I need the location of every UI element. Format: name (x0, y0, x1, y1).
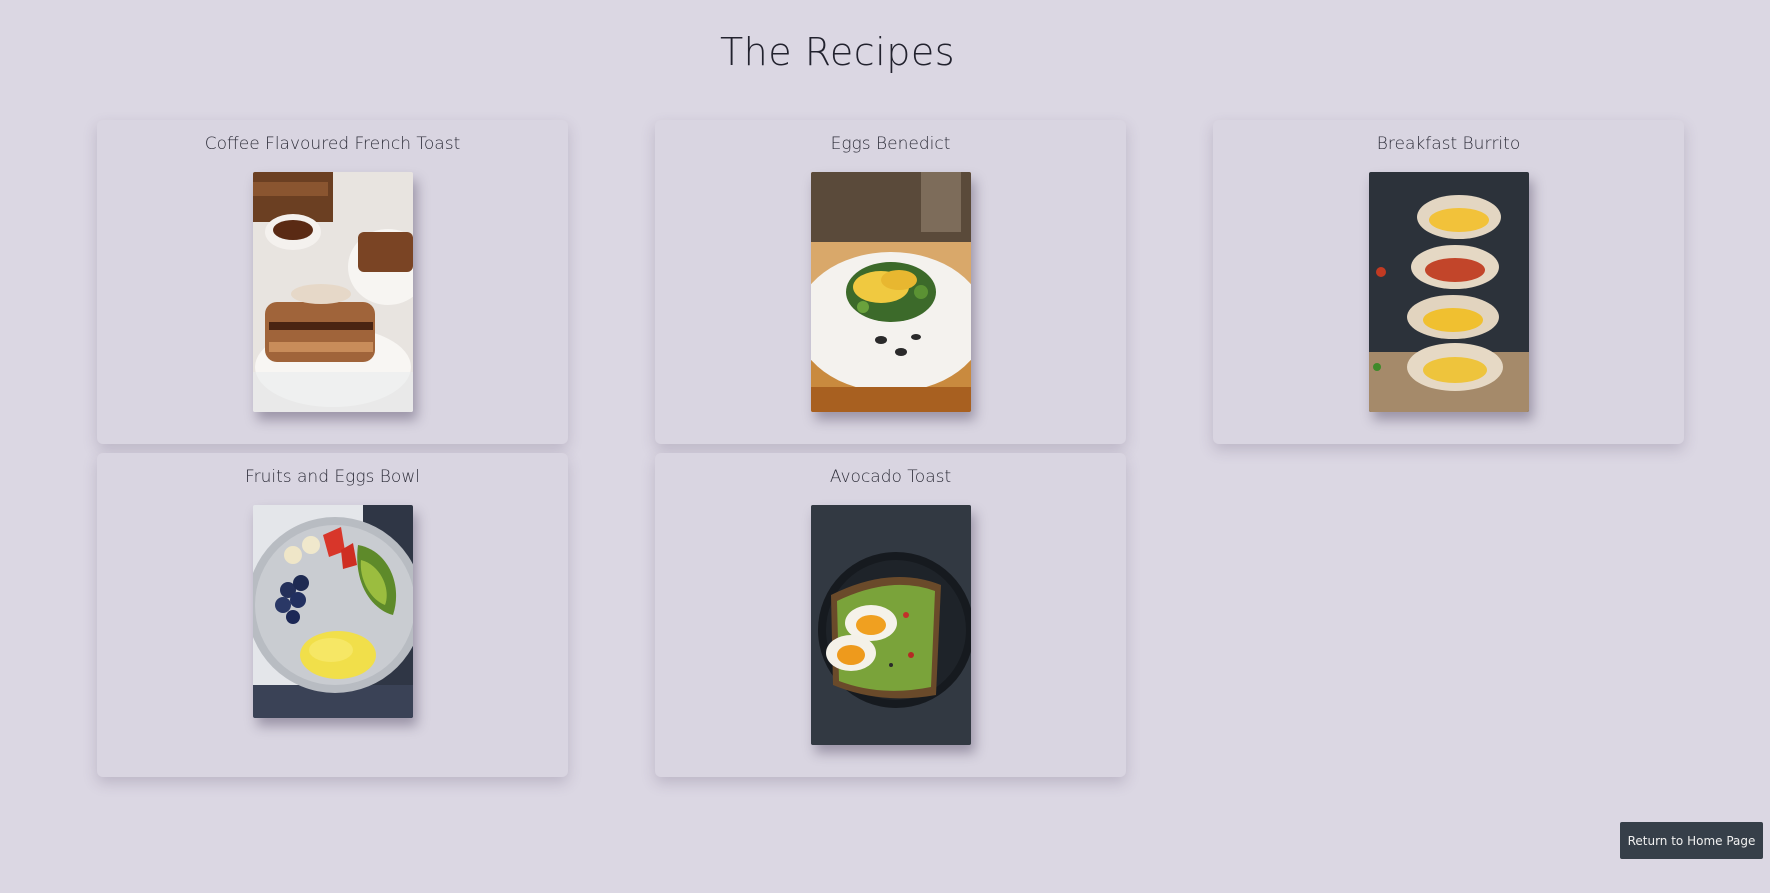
recipe-card-french-toast[interactable]: Coffee Flavoured French Toast (97, 120, 568, 444)
recipe-title: Fruits and Eggs Bowl (245, 467, 420, 487)
recipe-title: Breakfast Burrito (1376, 134, 1521, 154)
recipe-card-avocado-toast[interactable]: Avocado Toast (655, 453, 1126, 777)
recipe-card-eggs-benedict[interactable]: Eggs Benedict (655, 120, 1126, 444)
recipe-title: Avocado Toast (829, 467, 952, 487)
recipe-card-fruits-eggs-bowl[interactable]: Fruits and Eggs Bowl (97, 453, 568, 777)
page-title: The Recipes (719, 30, 956, 74)
return-home-button[interactable]: Return to Home Page (1620, 822, 1763, 859)
recipe-title: Eggs Benedict (830, 134, 951, 154)
recipe-title: Coffee Flavoured French Toast (204, 134, 461, 154)
eggs-benedict-photo[interactable] (811, 172, 971, 412)
avocado-toast-photo[interactable] (811, 505, 971, 745)
breakfast-burrito-photo[interactable] (1369, 172, 1529, 412)
french-toast-photo[interactable] (253, 172, 413, 412)
recipe-card-breakfast-burrito[interactable]: Breakfast Burrito (1213, 120, 1684, 444)
fruits-eggs-bowl-photo[interactable] (253, 505, 413, 718)
